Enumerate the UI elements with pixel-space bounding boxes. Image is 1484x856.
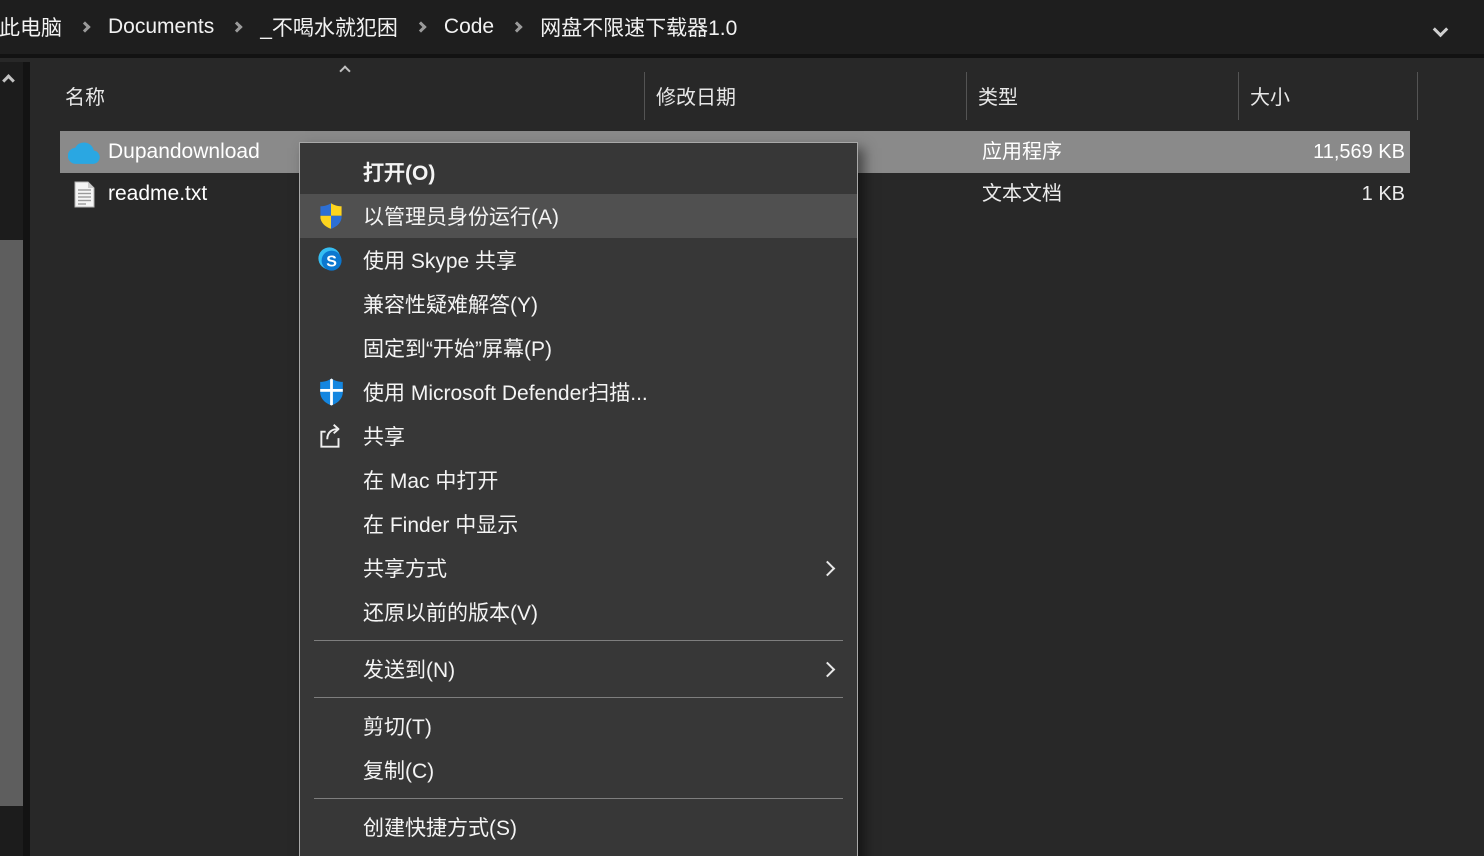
menu-item-scan-with-defender[interactable]: 共享 使用 Microsoft Defender扫描... [300,370,857,414]
file-type: 应用程序 [982,131,1062,173]
breadcrumb-item-folder[interactable]: _不喝水就犯困 [260,12,398,42]
file-size: 11,569 KB [1313,131,1405,173]
file-name: readme.txt [108,173,207,215]
sort-ascending-icon [339,65,350,76]
menu-item-create-shortcut[interactable]: 创建快捷方式(S) [300,805,857,849]
left-scrollbar[interactable] [0,62,23,856]
file-size: 1 KB [1362,173,1405,215]
address-bar: 此电脑 Documents _不喝水就犯困 Code 网盘不限速下载器1.0 [0,0,1484,58]
menu-item-share-with[interactable]: 共享方式 [300,546,857,590]
svg-text:S: S [326,253,337,270]
no-icon [316,288,346,320]
share-icon [316,420,346,452]
menu-item-open[interactable]: 打开(O) [300,150,857,194]
menu-item-cut[interactable]: 剪切(T) [300,704,857,748]
no-icon [316,754,346,786]
no-icon [316,508,346,540]
file-name: Dupandownload [108,131,260,173]
menu-item-run-as-admin[interactable]: 以管理员身份运行(A) [300,194,857,238]
no-icon [316,552,346,584]
text-document-icon [68,180,100,208]
context-menu: 打开(O) 以管理员身份运行(A) S 使用 Skype 共享 [299,142,858,856]
no-icon [316,464,346,496]
address-dropdown-chevron-icon[interactable] [1433,22,1449,38]
menu-item-share[interactable]: 共享 [300,414,857,458]
column-header-size[interactable]: 大小 [1250,81,1290,110]
menu-item-restore-previous-versions[interactable]: 还原以前的版本(V) [300,590,857,634]
cloud-icon [68,138,100,166]
breadcrumb-item-code[interactable]: Code [444,15,494,39]
uac-shield-icon [316,200,346,232]
menu-item-share-skype[interactable]: S 使用 Skype 共享 [300,238,857,282]
no-icon [316,653,346,685]
menu-separator [314,798,843,799]
breadcrumb-chevron-icon [511,21,522,32]
no-icon [316,156,346,188]
menu-item-copy[interactable]: 复制(C) [300,748,857,792]
pane-divider [23,62,30,856]
column-divider[interactable] [1417,72,1418,120]
breadcrumb-chevron-icon [232,21,243,32]
defender-shield-icon [316,376,346,408]
column-header-name[interactable]: 名称 [65,81,105,110]
no-icon [316,596,346,628]
no-icon [316,811,346,843]
menu-item-send-to[interactable]: 发送到(N) [300,647,857,691]
column-divider[interactable] [966,72,967,120]
scrollbar-thumb[interactable] [0,240,23,806]
breadcrumb-item-documents[interactable]: Documents [108,15,214,39]
column-header-type[interactable]: 类型 [978,81,1018,110]
column-header-date-modified[interactable]: 修改日期 [656,81,736,110]
column-divider[interactable] [1238,72,1239,120]
menu-item-show-in-finder[interactable]: 在 Finder 中显示 [300,502,857,546]
menu-item-open-in-mac[interactable]: 在 Mac 中打开 [300,458,857,502]
breadcrumb-item-current-folder[interactable]: 网盘不限速下载器1.0 [540,12,737,42]
file-type: 文本文档 [982,173,1062,215]
menu-separator [314,697,843,698]
no-icon [316,332,346,364]
submenu-chevron-icon [820,560,836,576]
menu-separator [314,640,843,641]
submenu-chevron-icon [820,661,836,677]
column-divider[interactable] [644,72,645,120]
menu-item-pin-to-start[interactable]: 固定到“开始”屏幕(P) [300,326,857,370]
breadcrumb-chevron-icon [79,21,90,32]
no-icon [316,710,346,742]
menu-item-troubleshoot-compatibility[interactable]: 兼容性疑难解答(Y) [300,282,857,326]
scroll-up-icon[interactable] [2,74,15,87]
breadcrumb-chevron-icon [415,21,426,32]
breadcrumb-item-this-pc[interactable]: 此电脑 [0,12,62,42]
skype-icon: S [316,244,346,276]
